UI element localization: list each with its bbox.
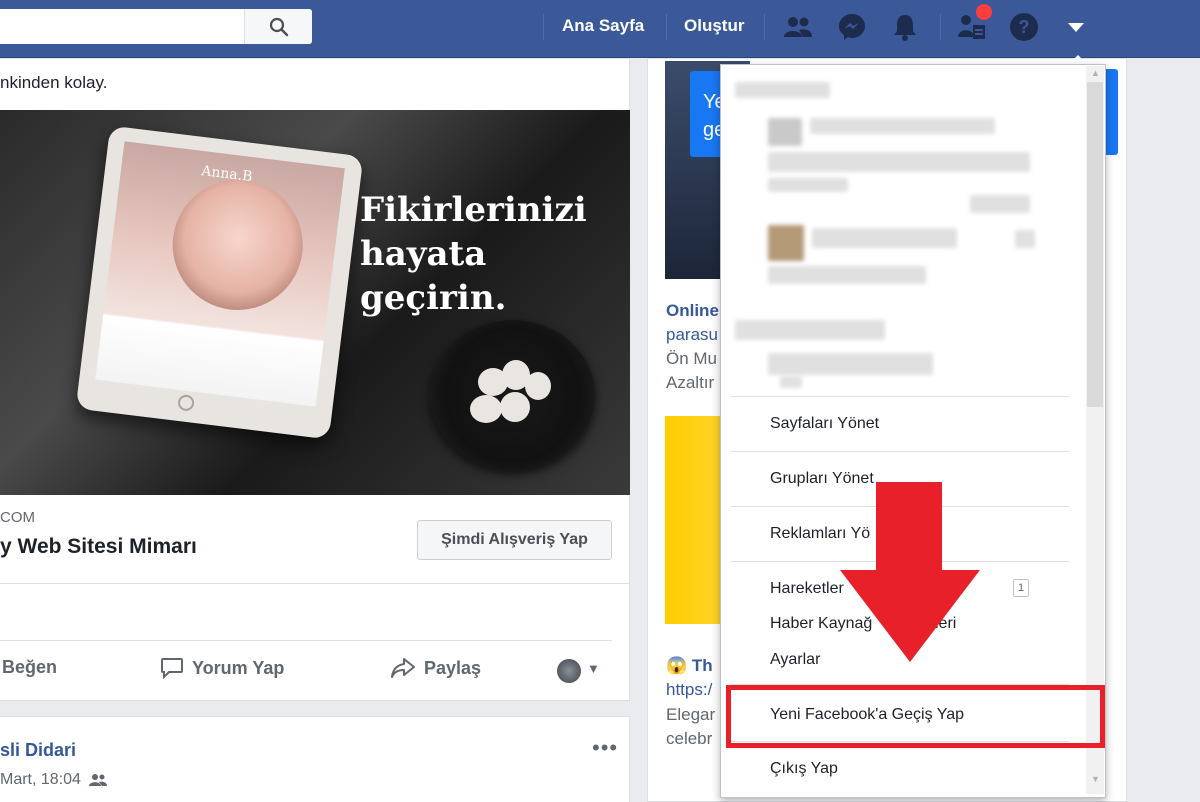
activity-count-badge: 1 <box>1013 579 1029 597</box>
divider <box>0 640 612 641</box>
ad-headline: Fikirlerinizi hayata geçirin. <box>360 190 587 319</box>
nav-separator <box>666 14 667 40</box>
like-button[interactable]: Beğen <box>2 657 57 678</box>
sponsored-text: Azaltır <box>666 373 715 392</box>
shop-now-button[interactable]: Şimdi Alışveriş Yap <box>417 520 612 560</box>
sponsored-title[interactable]: Online <box>666 301 719 321</box>
sponsored-link[interactable]: https:/ <box>666 680 712 700</box>
tablet-graphic: Anna.B <box>75 125 364 440</box>
blurred-text <box>768 266 926 284</box>
menu-item-manage-groups[interactable]: Grupları Yönet <box>770 470 874 488</box>
divider <box>0 583 630 584</box>
blurred-text <box>768 152 1030 172</box>
blurred-text <box>768 353 933 375</box>
blurred-text <box>780 376 802 388</box>
tablet-screen: Anna.B <box>95 141 345 407</box>
search-icon <box>269 17 288 36</box>
sponsored-text: Ön Mu <box>666 349 718 368</box>
notification-badge <box>976 4 992 20</box>
dropdown-scroll-thumb[interactable] <box>1087 82 1103 407</box>
sponsored-title[interactable]: 😱 Th <box>666 656 713 676</box>
blurred-text <box>970 195 1030 213</box>
chevron-down-icon[interactable]: ▼ <box>587 661 600 676</box>
messenger-icon[interactable] <box>834 10 870 44</box>
blurred-section-header <box>735 82 830 98</box>
home-link[interactable]: Ana Sayfa <box>562 16 644 36</box>
menu-divider <box>731 396 1069 397</box>
bell-icon[interactable] <box>887 10 923 44</box>
nav-separator <box>543 14 544 40</box>
menu-item-settings[interactable]: Ayarlar <box>770 651 820 669</box>
post-date[interactable]: Mart, 18:04 <box>0 771 107 789</box>
search-button[interactable] <box>244 9 312 44</box>
sponsored-subtitle[interactable]: parasu <box>666 325 718 345</box>
post-author[interactable]: sli Didari <box>0 740 76 761</box>
menu-divider <box>731 451 1069 452</box>
friends-icon[interactable] <box>780 10 816 44</box>
comment-button[interactable]: Yorum Yap <box>160 657 284 679</box>
tablet-home-button <box>177 393 196 412</box>
blurred-text <box>1015 230 1035 248</box>
menu-item-manage-ads[interactable]: Reklamları Yö <box>770 525 870 543</box>
tablet-title: Anna.B <box>200 163 254 186</box>
sponsored-text: celebr <box>666 729 713 748</box>
menu-item-activity-log[interactable]: Hareketler <box>770 580 844 598</box>
scroll-up-icon[interactable]: ▲ <box>1091 68 1100 78</box>
highlight-box <box>726 685 1105 748</box>
post-text: nkinden kolay. <box>0 73 108 92</box>
share-button[interactable]: Paylaş <box>390 657 481 679</box>
model-face-graphic <box>165 172 311 318</box>
help-icon[interactable]: ? <box>1006 10 1042 44</box>
feed-post-ad: nkinden kolay. Anna.B Fikirlerinizi haya… <box>0 58 630 701</box>
blurred-text <box>810 118 995 134</box>
comment-icon <box>161 658 183 679</box>
ad-title[interactable]: y Web Sitesi Mimarı <box>0 535 197 559</box>
menu-item-logout[interactable]: Çıkış Yap <box>770 760 838 778</box>
blurred-text <box>768 178 848 192</box>
more-options-icon[interactable]: ••• <box>592 735 618 761</box>
ad-domain: COM <box>0 509 35 526</box>
red-arrow-icon <box>876 482 942 572</box>
avatar[interactable] <box>557 659 581 683</box>
create-link[interactable]: Oluştur <box>684 16 744 36</box>
blurred-avatar <box>768 225 804 261</box>
svg-text:?: ? <box>1019 17 1030 37</box>
red-arrow-head <box>840 570 980 662</box>
nav-separator <box>940 14 941 40</box>
blurred-avatar <box>768 118 802 146</box>
stone-bowl-graphic <box>430 320 595 470</box>
nav-separator <box>764 14 765 40</box>
search-input[interactable] <box>0 9 312 44</box>
ad-image[interactable]: Anna.B Fikirlerinizi hayata geçirin. <box>0 110 630 495</box>
menu-item-manage-pages[interactable]: Sayfaları Yönet <box>770 415 879 433</box>
blurred-text <box>812 228 957 248</box>
blurred-section-header <box>735 320 885 340</box>
feed-post: sli Didari Mart, 18:04 ••• <box>0 716 630 802</box>
caret-down-icon[interactable] <box>1058 10 1094 44</box>
scroll-down-icon[interactable]: ▼ <box>1091 774 1100 784</box>
top-navigation-bar: Ana Sayfa Oluştur ? <box>0 0 1200 58</box>
sponsored-text: Elegar <box>666 705 716 724</box>
friends-audience-icon <box>88 774 107 786</box>
share-icon <box>391 658 415 678</box>
